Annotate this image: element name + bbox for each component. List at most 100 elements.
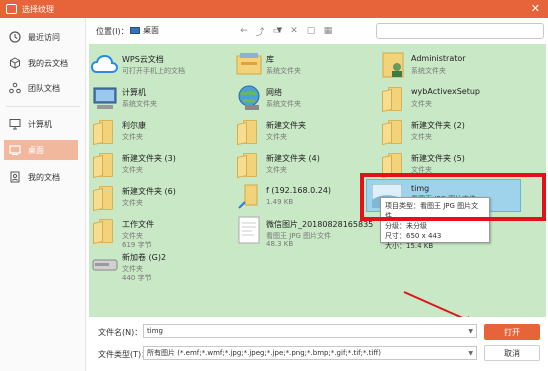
item-detail: 文件夹	[266, 166, 287, 174]
item-name: 新建文件夹 (5)	[411, 154, 465, 163]
tooltip-rating: 分级：未分级	[385, 222, 427, 230]
chevron-down-icon: ▼	[468, 349, 473, 357]
item-detail: 文件夹	[411, 100, 432, 108]
item-name: 新建文件夹 (3)	[122, 154, 176, 163]
folder-icon	[93, 186, 113, 212]
sidebar-item-label: 我的云文档	[28, 58, 68, 68]
window-title: 选择纹理	[22, 4, 54, 14]
item-name: 计算机	[122, 88, 146, 97]
item-name: 新加卷 (G)2	[122, 253, 167, 262]
monitor-icon	[8, 117, 22, 131]
list-item-image-file[interactable]: 微信图片_20180828165835 看图王 JPG 图片文件 48.3 KB	[233, 213, 373, 251]
folder-icon	[93, 153, 113, 179]
filename-input[interactable]: timg ▼	[143, 324, 477, 338]
item-detail: 文件夹	[122, 166, 143, 174]
sidebar-item-desktop[interactable]: 桌面	[4, 140, 78, 160]
item-name: wybActivexSetup	[411, 87, 480, 96]
folder-icon[interactable]: ▢	[305, 25, 317, 37]
sidebar-item-computer[interactable]: 计算机	[4, 114, 78, 134]
item-name: 工作文件	[122, 220, 154, 229]
location-toolbar: 位置(I)： 桌面 ▼ ← ⤴ ▭ ✕ ▢ ▦	[86, 18, 548, 44]
filename-label: 文件名(N)：	[98, 328, 143, 337]
sidebar-divider	[6, 106, 80, 107]
sidebar: 最近访问 我的云文档 团队文档 计算机 桌面 我的文档	[0, 18, 86, 371]
folder-icon	[237, 120, 257, 146]
item-detail: 1.49 KB	[266, 198, 294, 206]
item-detail: 系统文件夹	[266, 100, 301, 108]
app-logo-icon	[6, 4, 17, 14]
item-detail: 系统文件夹	[266, 67, 301, 75]
item-name: 新建文件夹 (4)	[266, 154, 320, 163]
item-name: f (192.168.0.24)	[266, 186, 332, 195]
filetype-value: 所有图片 (*.emf;*.wmf;*.jpg;*.jpeg;*.jpe;*.p…	[147, 349, 381, 357]
location-label: 位置(I)：	[96, 27, 129, 36]
sidebar-item-label: 团队文档	[28, 83, 60, 93]
location-value: 桌面	[143, 25, 159, 35]
folder-icon	[382, 120, 402, 146]
sidebar-item-recent[interactable]: 最近访问	[4, 27, 78, 47]
item-name: 库	[266, 55, 274, 64]
clock-icon	[8, 30, 22, 44]
document-icon	[8, 170, 22, 184]
sidebar-item-my-docs[interactable]: 我的文档	[4, 167, 78, 187]
item-name: 微信图片_20180828165835	[266, 220, 374, 229]
image-file-icon	[238, 216, 260, 244]
item-size: 440 字节	[122, 274, 152, 282]
item-detail: 系统文件夹	[411, 67, 446, 75]
close-icon[interactable]: ✕	[531, 2, 540, 15]
tooltip-size: 大小：15.4 KB	[385, 242, 434, 250]
search-input[interactable]	[376, 23, 544, 39]
shortcut-icon	[238, 184, 258, 209]
item-size: 48.3 KB	[266, 240, 294, 248]
sidebar-item-label: 计算机	[28, 119, 52, 129]
chevron-down-icon: ▼	[468, 327, 473, 335]
up-folder-icon[interactable]: ⤴	[254, 25, 266, 38]
list-item-drive[interactable]: 新加卷 (G)2 文件夹 440 字节	[89, 246, 219, 284]
sidebar-item-label: 桌面	[28, 145, 44, 155]
cancel-button[interactable]: 取消	[484, 345, 540, 361]
network-globe-icon	[238, 85, 260, 110]
dialog-footer: 文件名(N)： timg ▼ 文件类型(T)： 所有图片 (*.emf;*.wm…	[86, 317, 548, 371]
item-name: Administrator	[411, 54, 466, 63]
desktop-icon	[130, 26, 140, 34]
highlight-box	[360, 173, 546, 221]
sidebar-item-team-docs[interactable]: 团队文档	[4, 78, 78, 98]
delete-icon[interactable]: ✕	[288, 25, 300, 37]
cube-icon	[8, 56, 22, 70]
sidebar-item-label: 我的文档	[28, 172, 60, 182]
item-detail: 文件夹	[266, 133, 287, 141]
filetype-label: 文件类型(T)：	[98, 350, 150, 359]
item-name: WPS云文档	[122, 55, 164, 64]
filetype-select[interactable]: 所有图片 (*.emf;*.wmf;*.jpg;*.jpeg;*.jpe;*.p…	[143, 346, 477, 360]
library-icon	[236, 53, 262, 75]
folder-icon	[93, 120, 113, 146]
item-detail: 可打开手机上的文档	[122, 67, 185, 75]
view-menu-icon[interactable]: ▦	[322, 25, 334, 37]
folder-icon	[382, 87, 402, 113]
user-folder-icon	[382, 52, 404, 78]
item-detail: 系统文件夹	[122, 100, 157, 108]
item-name: 新建文件夹 (6)	[122, 187, 176, 196]
open-button[interactable]: 打开	[484, 324, 540, 340]
back-icon[interactable]: ←	[238, 25, 250, 37]
item-name: 利尔康	[122, 121, 146, 130]
folder-icon	[237, 153, 257, 179]
title-bar: 选择纹理 ✕	[0, 0, 548, 18]
folder-icon	[93, 219, 113, 245]
item-name: 新建文件夹 (2)	[411, 121, 465, 130]
computer-icon	[93, 87, 117, 109]
item-detail: 文件夹	[122, 199, 143, 207]
desktop-icon	[8, 143, 22, 157]
item-detail: 文件夹	[122, 133, 143, 141]
item-name: 网络	[266, 88, 282, 97]
item-detail: 文件夹	[411, 133, 432, 141]
drive-icon	[92, 259, 118, 271]
new-folder-icon[interactable]: ▭	[271, 25, 283, 37]
sidebar-item-label: 最近访问	[28, 32, 60, 42]
item-name: 新建文件夹	[266, 121, 306, 130]
sidebar-item-cloud-docs[interactable]: 我的云文档	[4, 53, 78, 73]
team-icon	[8, 81, 22, 95]
cloud-icon	[91, 54, 119, 73]
tooltip-dimensions: 尺寸：650 x 443	[385, 232, 442, 240]
filename-value: timg	[147, 327, 163, 335]
